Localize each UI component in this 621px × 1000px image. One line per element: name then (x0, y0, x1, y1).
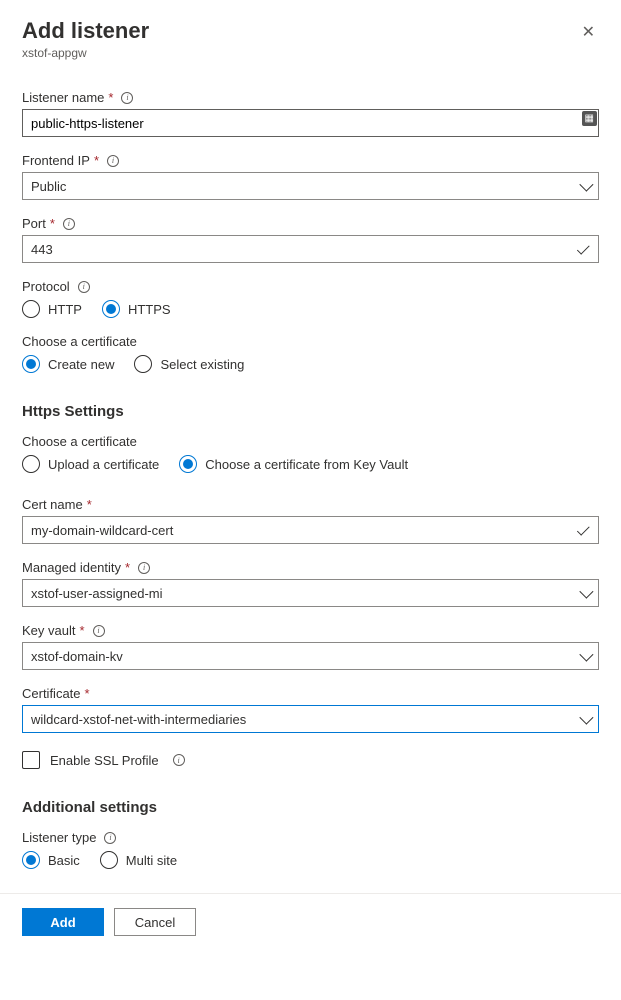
key-vault-select[interactable]: xstof-domain-kv (22, 642, 599, 670)
managed-identity-label: Managed identity (22, 560, 121, 575)
keyvault-cert-radio[interactable]: Choose a certificate from Key Vault (179, 455, 408, 473)
info-icon[interactable]: i (63, 218, 75, 230)
required-icon: * (85, 686, 90, 701)
certificate-select[interactable]: wildcard-xstof-net-with-intermediaries (22, 705, 599, 733)
port-select[interactable]: 443 (22, 235, 599, 263)
radio-icon (22, 455, 40, 473)
radio-checked-icon (179, 455, 197, 473)
chevron-down-icon (579, 178, 593, 192)
listener-name-input[interactable] (22, 109, 599, 137)
panel-title: Add listener (22, 18, 149, 44)
info-icon[interactable]: i (121, 92, 133, 104)
create-new-label: Create new (48, 357, 114, 372)
radio-checked-icon (22, 851, 40, 869)
upload-cert-label: Upload a certificate (48, 457, 159, 472)
protocol-http-label: HTTP (48, 302, 82, 317)
info-icon[interactable]: i (93, 625, 105, 637)
cert-name-input[interactable]: my-domain-wildcard-cert (22, 516, 599, 544)
radio-icon (22, 300, 40, 318)
listener-type-multi-radio[interactable]: Multi site (100, 851, 177, 869)
close-icon[interactable]: ✕ (578, 18, 599, 46)
required-icon: * (87, 497, 92, 512)
managed-identity-value: xstof-user-assigned-mi (31, 586, 163, 601)
choose-cert-label: Choose a certificate (22, 334, 599, 349)
listener-name-label: Listener name (22, 90, 104, 105)
managed-identity-select[interactable]: xstof-user-assigned-mi (22, 579, 599, 607)
frontend-ip-select[interactable]: Public (22, 172, 599, 200)
port-label: Port (22, 216, 46, 231)
protocol-http-radio[interactable]: HTTP (22, 300, 82, 318)
certificate-value: wildcard-xstof-net-with-intermediaries (31, 712, 246, 727)
keyvault-cert-label: Choose a certificate from Key Vault (205, 457, 408, 472)
listener-type-basic-label: Basic (48, 853, 80, 868)
listener-type-multi-label: Multi site (126, 853, 177, 868)
required-icon: * (79, 623, 84, 638)
select-existing-radio[interactable]: Select existing (134, 355, 244, 373)
required-icon: * (50, 216, 55, 231)
frontend-ip-label: Frontend IP (22, 153, 90, 168)
https-settings-heading: Https Settings (22, 403, 599, 420)
additional-settings-heading: Additional settings (22, 799, 599, 816)
key-vault-value: xstof-domain-kv (31, 649, 123, 664)
radio-icon (100, 851, 118, 869)
required-icon: * (108, 90, 113, 105)
cancel-button[interactable]: Cancel (114, 908, 196, 936)
info-icon[interactable]: i (173, 754, 185, 766)
check-icon (577, 242, 590, 255)
protocol-label: Protocol (22, 279, 70, 294)
chevron-down-icon (579, 585, 593, 599)
info-icon[interactable]: i (107, 155, 119, 167)
input-suggestion-icon[interactable]: ▦ (582, 111, 597, 126)
check-icon (577, 523, 590, 536)
enable-ssl-label: Enable SSL Profile (50, 753, 159, 768)
cert-name-value: my-domain-wildcard-cert (31, 523, 173, 538)
radio-checked-icon (102, 300, 120, 318)
radio-checked-icon (22, 355, 40, 373)
info-icon[interactable]: i (138, 562, 150, 574)
info-icon[interactable]: i (104, 832, 116, 844)
chevron-down-icon (579, 648, 593, 662)
radio-icon (134, 355, 152, 373)
required-icon: * (125, 560, 130, 575)
key-vault-label: Key vault (22, 623, 75, 638)
enable-ssl-checkbox[interactable] (22, 751, 40, 769)
cert-name-label: Cert name (22, 497, 83, 512)
protocol-https-radio[interactable]: HTTPS (102, 300, 171, 318)
add-button[interactable]: Add (22, 908, 104, 936)
info-icon[interactable]: i (78, 281, 90, 293)
choose-cert2-label: Choose a certificate (22, 434, 599, 449)
certificate-label: Certificate (22, 686, 81, 701)
frontend-ip-value: Public (31, 179, 66, 194)
required-icon: * (94, 153, 99, 168)
panel-subtitle: xstof-appgw (22, 46, 149, 60)
listener-type-label: Listener type (22, 830, 96, 845)
create-new-radio[interactable]: Create new (22, 355, 114, 373)
chevron-down-icon (579, 711, 593, 725)
upload-cert-radio[interactable]: Upload a certificate (22, 455, 159, 473)
listener-type-basic-radio[interactable]: Basic (22, 851, 80, 869)
protocol-https-label: HTTPS (128, 302, 171, 317)
select-existing-label: Select existing (160, 357, 244, 372)
port-value: 443 (31, 242, 53, 257)
